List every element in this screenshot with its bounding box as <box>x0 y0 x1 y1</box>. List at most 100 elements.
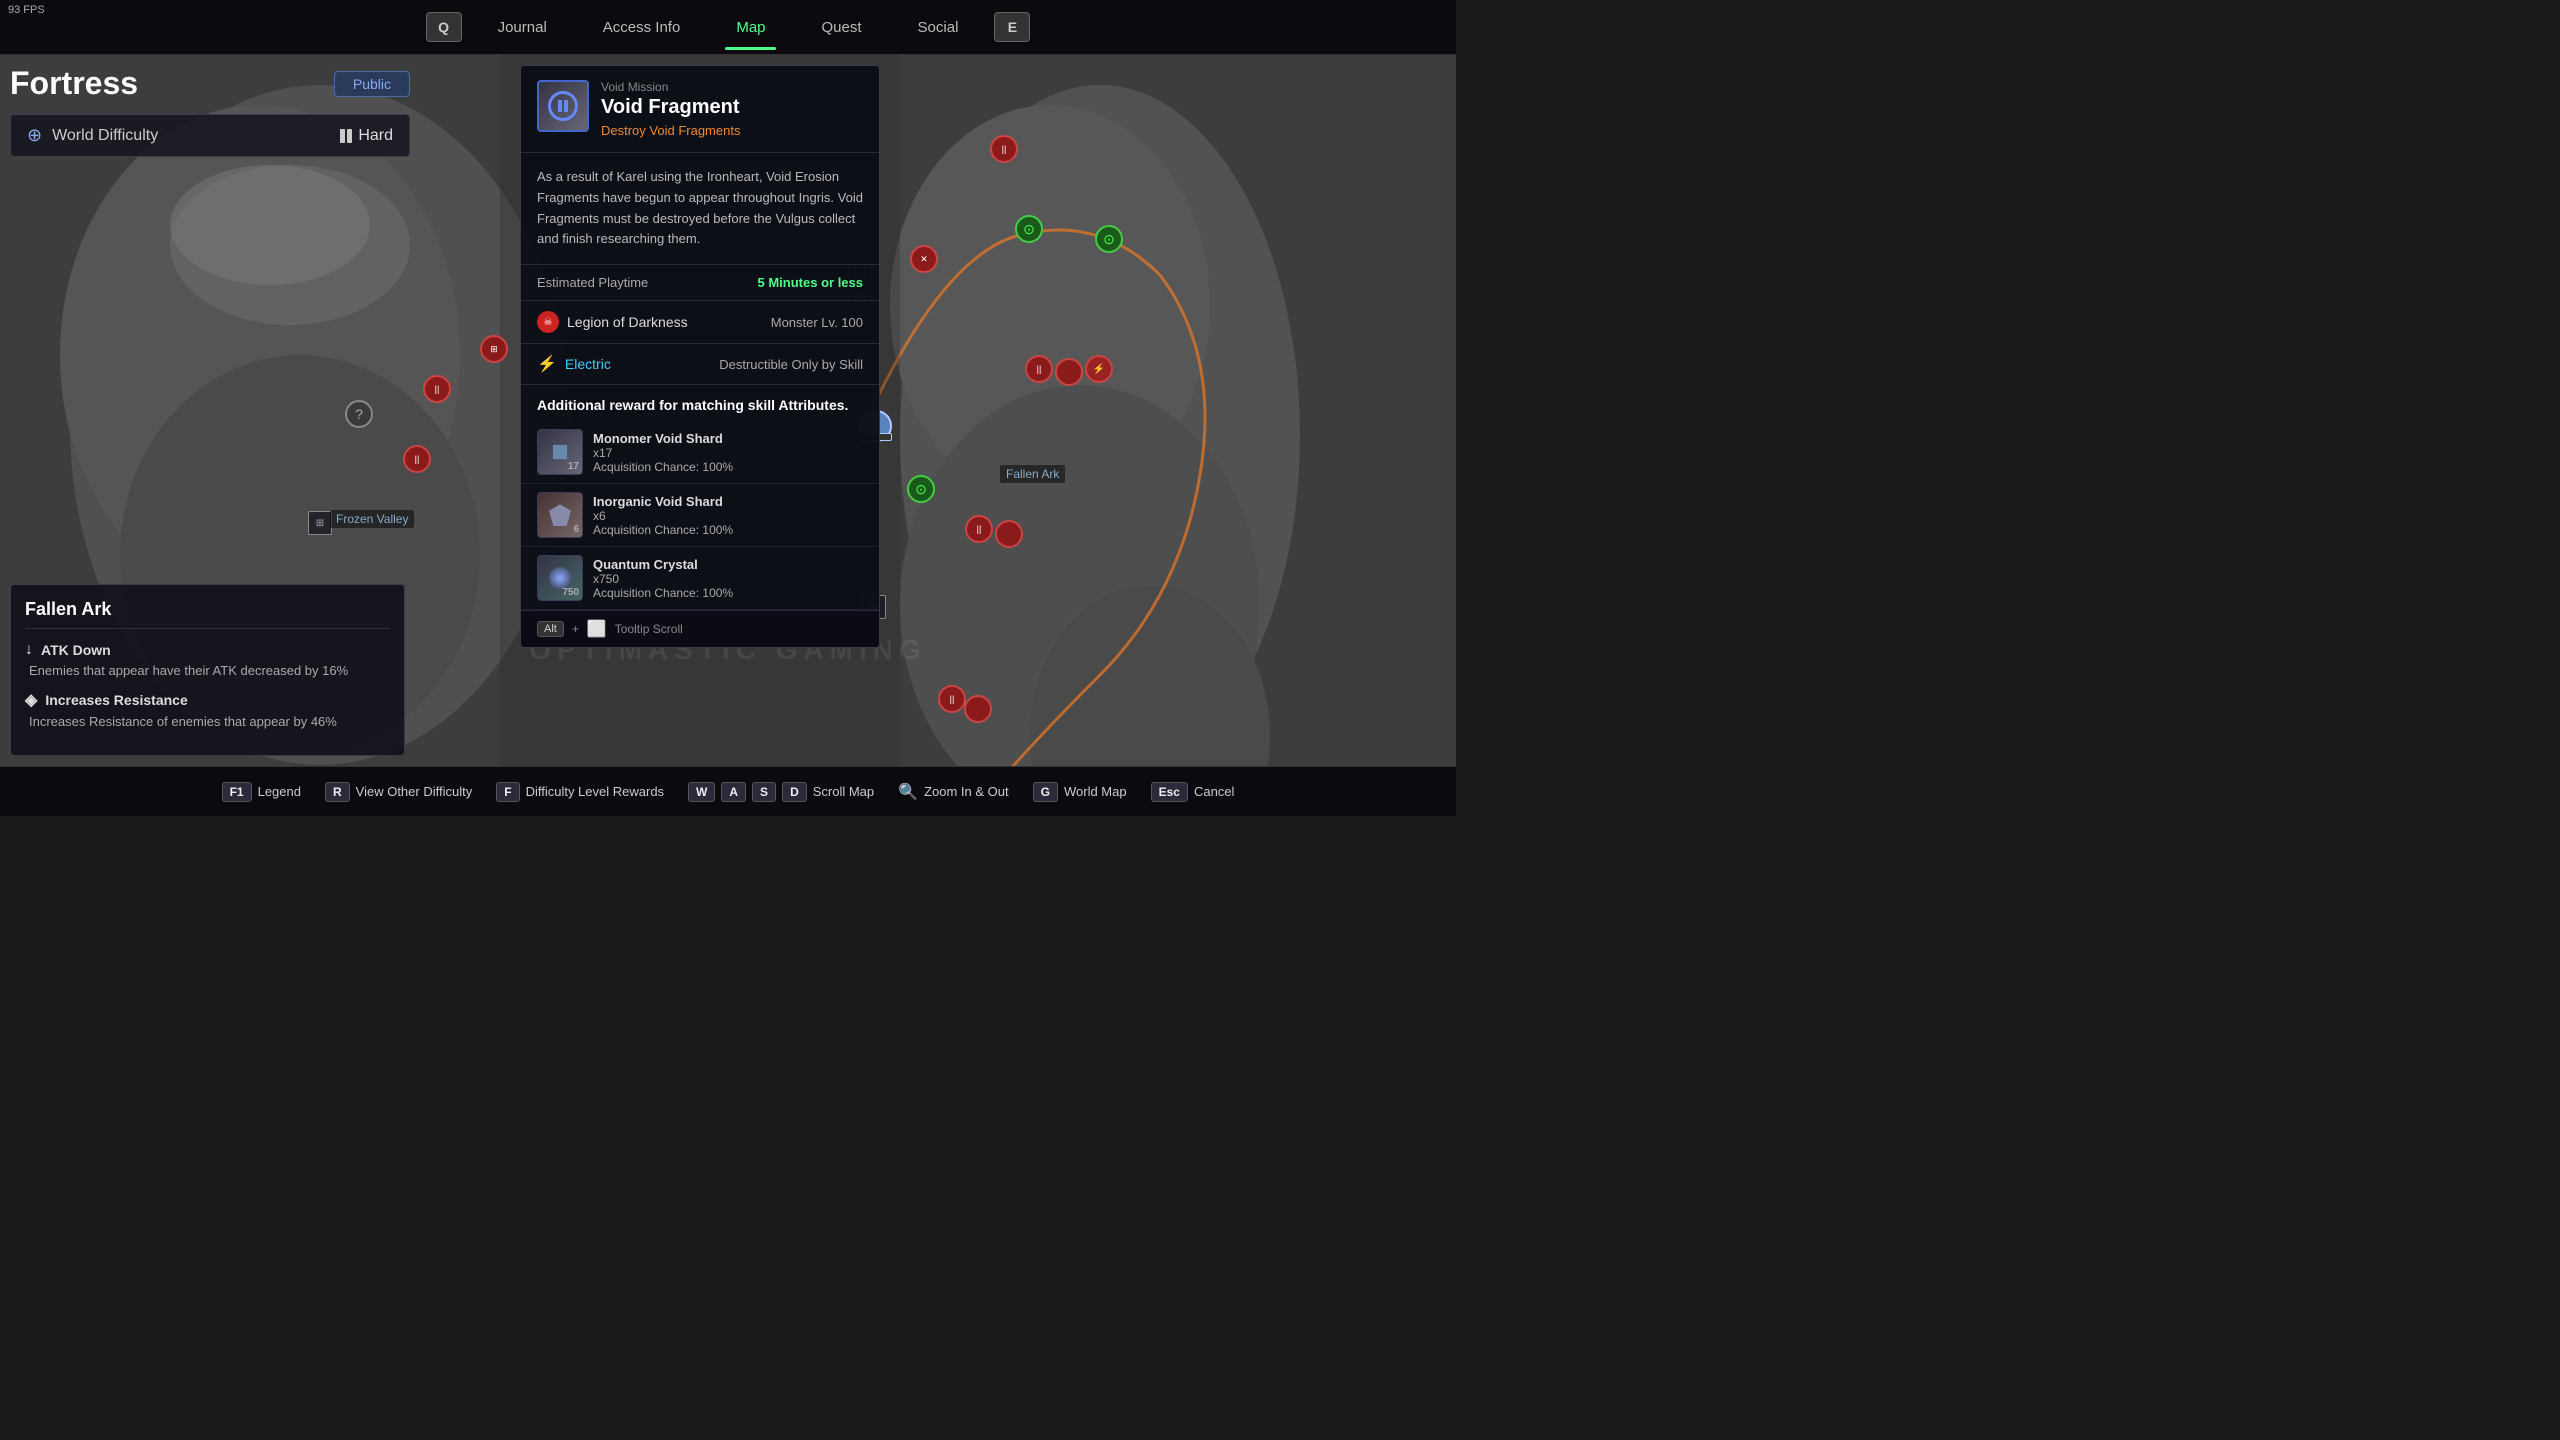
fallen-ark-box: Fallen Ark ↓ ATK Down Enemies that appea… <box>10 584 405 756</box>
bottom-rewards[interactable]: F Difficulty Level Rewards <box>496 782 664 802</box>
reward-item-2: 6 Inorganic Void Shard x6 Acquisition Ch… <box>521 484 879 547</box>
reward-count-2: 6 <box>573 524 579 535</box>
difficulty-btn-label: View Other Difficulty <box>356 784 473 799</box>
difficulty-row[interactable]: ⊕ World Difficulty Hard <box>10 114 410 157</box>
fps-counter: 93 FPS <box>8 4 45 16</box>
map-marker-3[interactable]: || <box>403 445 431 473</box>
bottom-difficulty[interactable]: R View Other Difficulty <box>325 782 472 802</box>
map-marker-green-1[interactable]: ⊙ <box>1015 215 1043 243</box>
bottom-scroll: W A S D Scroll Map <box>688 782 874 802</box>
reward-chance-1: Acquisition Chance: 100% <box>593 460 733 474</box>
map-marker-1[interactable]: ⊞ <box>480 335 508 363</box>
effect-header-resist: ◈ Increases Resistance <box>25 690 390 710</box>
map-marker-right-5[interactable]: || <box>965 515 993 543</box>
atk-down-label: ATK Down <box>41 642 111 658</box>
difficulty-text: Hard <box>358 127 393 145</box>
diff-bar-2 <box>347 129 352 143</box>
reward-info-2: Inorganic Void Shard x6 Acquisition Chan… <box>593 494 733 537</box>
plus-sign: + <box>572 622 579 636</box>
tab-journal[interactable]: Journal <box>470 13 575 42</box>
playtime-label: Estimated Playtime <box>537 275 648 290</box>
frozen-valley-label: Frozen Valley <box>330 510 414 528</box>
atk-down-icon: ↓ <box>25 641 33 659</box>
tab-quest[interactable]: Quest <box>794 13 890 42</box>
reward-info-1: Monomer Void Shard x17 Acquisition Chanc… <box>593 431 733 474</box>
resist-desc: Increases Resistance of enemies that app… <box>25 714 390 729</box>
rewards-label: Difficulty Level Rewards <box>526 784 664 799</box>
map-marker-red-special[interactable]: ⚡ <box>1085 355 1113 383</box>
mission-header: Void Mission Void Fragment Destroy Void … <box>521 66 879 153</box>
inorganic-shard-icon <box>549 504 571 526</box>
map-marker-right-2[interactable]: ✕ <box>910 245 938 273</box>
f-key: F <box>496 782 519 802</box>
map-marker-question[interactable]: ? <box>345 400 373 428</box>
reward-count-1: 17 <box>568 461 579 472</box>
top-navigation: 93 FPS Q Journal Access Info Map Quest S… <box>0 0 1456 55</box>
pause-bar-1 <box>558 100 562 112</box>
legion-icon: ☠ <box>537 311 559 333</box>
difficulty-value: Hard <box>340 127 393 145</box>
d-key: D <box>782 782 807 802</box>
mission-name: Void Fragment <box>601 96 740 119</box>
nav-key-q[interactable]: Q <box>426 12 462 42</box>
tab-social[interactable]: Social <box>890 13 987 42</box>
bottom-cancel[interactable]: Esc Cancel <box>1151 782 1235 802</box>
electric-note: Destructible Only by Skill <box>719 357 863 372</box>
legion-name: Legion of Darkness <box>567 314 688 330</box>
left-panel: Fortress Public ⊕ World Difficulty Hard <box>10 65 410 165</box>
map-marker-right-1[interactable]: || <box>990 135 1018 163</box>
map-marker-right-7[interactable]: || <box>938 685 966 713</box>
effect-header-atk: ↓ ATK Down <box>25 641 390 659</box>
map-marker-right-6[interactable] <box>995 520 1023 548</box>
zoom-icon: 🔍 <box>898 782 918 802</box>
reward-name-3: Quantum Crystal <box>593 557 733 572</box>
playtime-value: 5 Minutes or less <box>758 275 863 290</box>
nav-key-e[interactable]: E <box>994 12 1030 42</box>
difficulty-label: World Difficulty <box>52 127 330 145</box>
public-badge[interactable]: Public <box>334 71 410 97</box>
zoom-label: Zoom In & Out <box>924 784 1009 799</box>
tab-map[interactable]: Map <box>708 13 793 42</box>
map-marker-right-8[interactable] <box>964 695 992 723</box>
f1-key: F1 <box>222 782 252 802</box>
reward-qty-2: x6 <box>593 509 733 523</box>
nav-items-container: Q Journal Access Info Map Quest Social E <box>0 12 1456 42</box>
legion-left: ☠ Legion of Darkness <box>537 311 688 333</box>
worldmap-label: World Map <box>1064 784 1127 799</box>
map-marker-right-3[interactable]: || <box>1025 355 1053 383</box>
playtime-row: Estimated Playtime 5 Minutes or less <box>521 265 879 301</box>
pause-bar-2 <box>564 100 568 112</box>
quantum-crystal-icon <box>549 567 571 589</box>
fortress-title: Fortress <box>10 65 138 102</box>
tab-access-info[interactable]: Access Info <box>575 13 709 42</box>
reward-item-1: 17 Monomer Void Shard x17 Acquisition Ch… <box>521 421 879 484</box>
bottom-bar: F1 Legend R View Other Difficulty F Diff… <box>0 766 1456 816</box>
bottom-zoom: 🔍 Zoom In & Out <box>898 782 1008 802</box>
atk-down-desc: Enemies that appear have their ATK decre… <box>25 663 390 678</box>
reward-name-1: Monomer Void Shard <box>593 431 733 446</box>
legend-label: Legend <box>258 784 301 799</box>
electric-left: ⚡ Electric <box>537 354 611 374</box>
electric-name: Electric <box>565 356 611 372</box>
map-marker-small-4[interactable]: ⊞ <box>308 511 332 535</box>
map-marker-right-4[interactable] <box>1055 358 1083 386</box>
electric-icon: ⚡ <box>537 354 557 374</box>
reward-qty-1: x17 <box>593 446 733 460</box>
map-marker-green-3[interactable]: ⊙ <box>907 475 935 503</box>
fallen-ark-box-title: Fallen Ark <box>25 599 390 629</box>
fallen-ark-label: Fallen Ark <box>1000 465 1065 483</box>
s-key: S <box>752 782 776 802</box>
difficulty-bars <box>340 129 352 143</box>
bottom-worldmap[interactable]: G World Map <box>1033 782 1127 802</box>
resist-label: Increases Resistance <box>45 692 187 708</box>
mission-text-block: Void Mission Void Fragment Destroy Void … <box>601 80 740 138</box>
bottom-legend[interactable]: F1 Legend <box>222 782 301 802</box>
mission-objective: Destroy Void Fragments <box>601 123 740 138</box>
g-key: G <box>1033 782 1058 802</box>
map-marker-2[interactable]: || <box>423 375 451 403</box>
fortress-header: Fortress Public <box>10 65 410 102</box>
map-marker-green-2[interactable]: ⊙ <box>1095 225 1123 253</box>
electric-row: ⚡ Electric Destructible Only by Skill <box>521 344 879 385</box>
tooltip-scroll: Alt + ⬜ Tooltip Scroll <box>521 610 879 647</box>
reward-chance-2: Acquisition Chance: 100% <box>593 523 733 537</box>
